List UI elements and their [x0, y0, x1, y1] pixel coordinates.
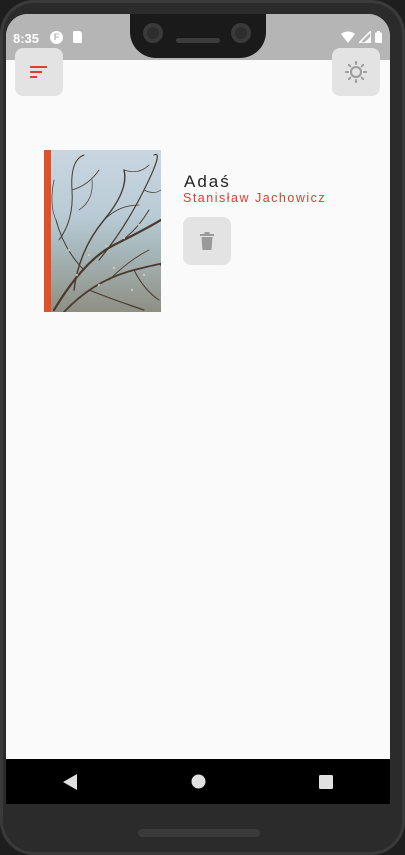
cell-signal-icon: [359, 31, 371, 43]
theme-toggle-button[interactable]: [332, 48, 380, 96]
recents-square-icon: [319, 774, 333, 789]
sort-button[interactable]: [15, 48, 63, 96]
sd-card-icon: [73, 31, 82, 43]
trash-icon: [200, 232, 214, 250]
wifi-icon: [341, 31, 355, 43]
book-list-item[interactable]: Adaś Stanisław Jachowicz: [44, 150, 364, 312]
status-right-icons: [341, 31, 382, 43]
brightness-icon: [345, 61, 367, 83]
book-title: Adaś: [184, 172, 231, 191]
sort-icon: [30, 66, 47, 78]
status-time: 8:35: [13, 31, 40, 46]
nav-recents-button[interactable]: [306, 762, 346, 802]
camera-notch: [130, 14, 266, 58]
system-nav-bar: [6, 759, 390, 804]
back-triangle-icon: [63, 773, 77, 790]
nav-back-button[interactable]: [50, 762, 90, 802]
front-camera-left: [143, 23, 163, 43]
book-cover-image[interactable]: [44, 150, 161, 312]
bottom-speaker-grille: [138, 829, 260, 837]
book-author: Stanisław Jachowicz: [183, 191, 327, 205]
tree-branches-cover: [51, 153, 161, 312]
front-camera-right: [231, 23, 251, 43]
cover-spine: [44, 150, 51, 312]
battery-icon: [375, 31, 382, 43]
delete-book-button[interactable]: [183, 217, 231, 265]
home-circle-icon: [191, 774, 205, 789]
nav-home-button[interactable]: [178, 762, 218, 802]
earpiece-speaker: [176, 38, 220, 43]
app-screen: 8:35 F Adaś Stanisław Jachowicz: [6, 14, 390, 804]
f-app-icon: F: [50, 31, 63, 44]
